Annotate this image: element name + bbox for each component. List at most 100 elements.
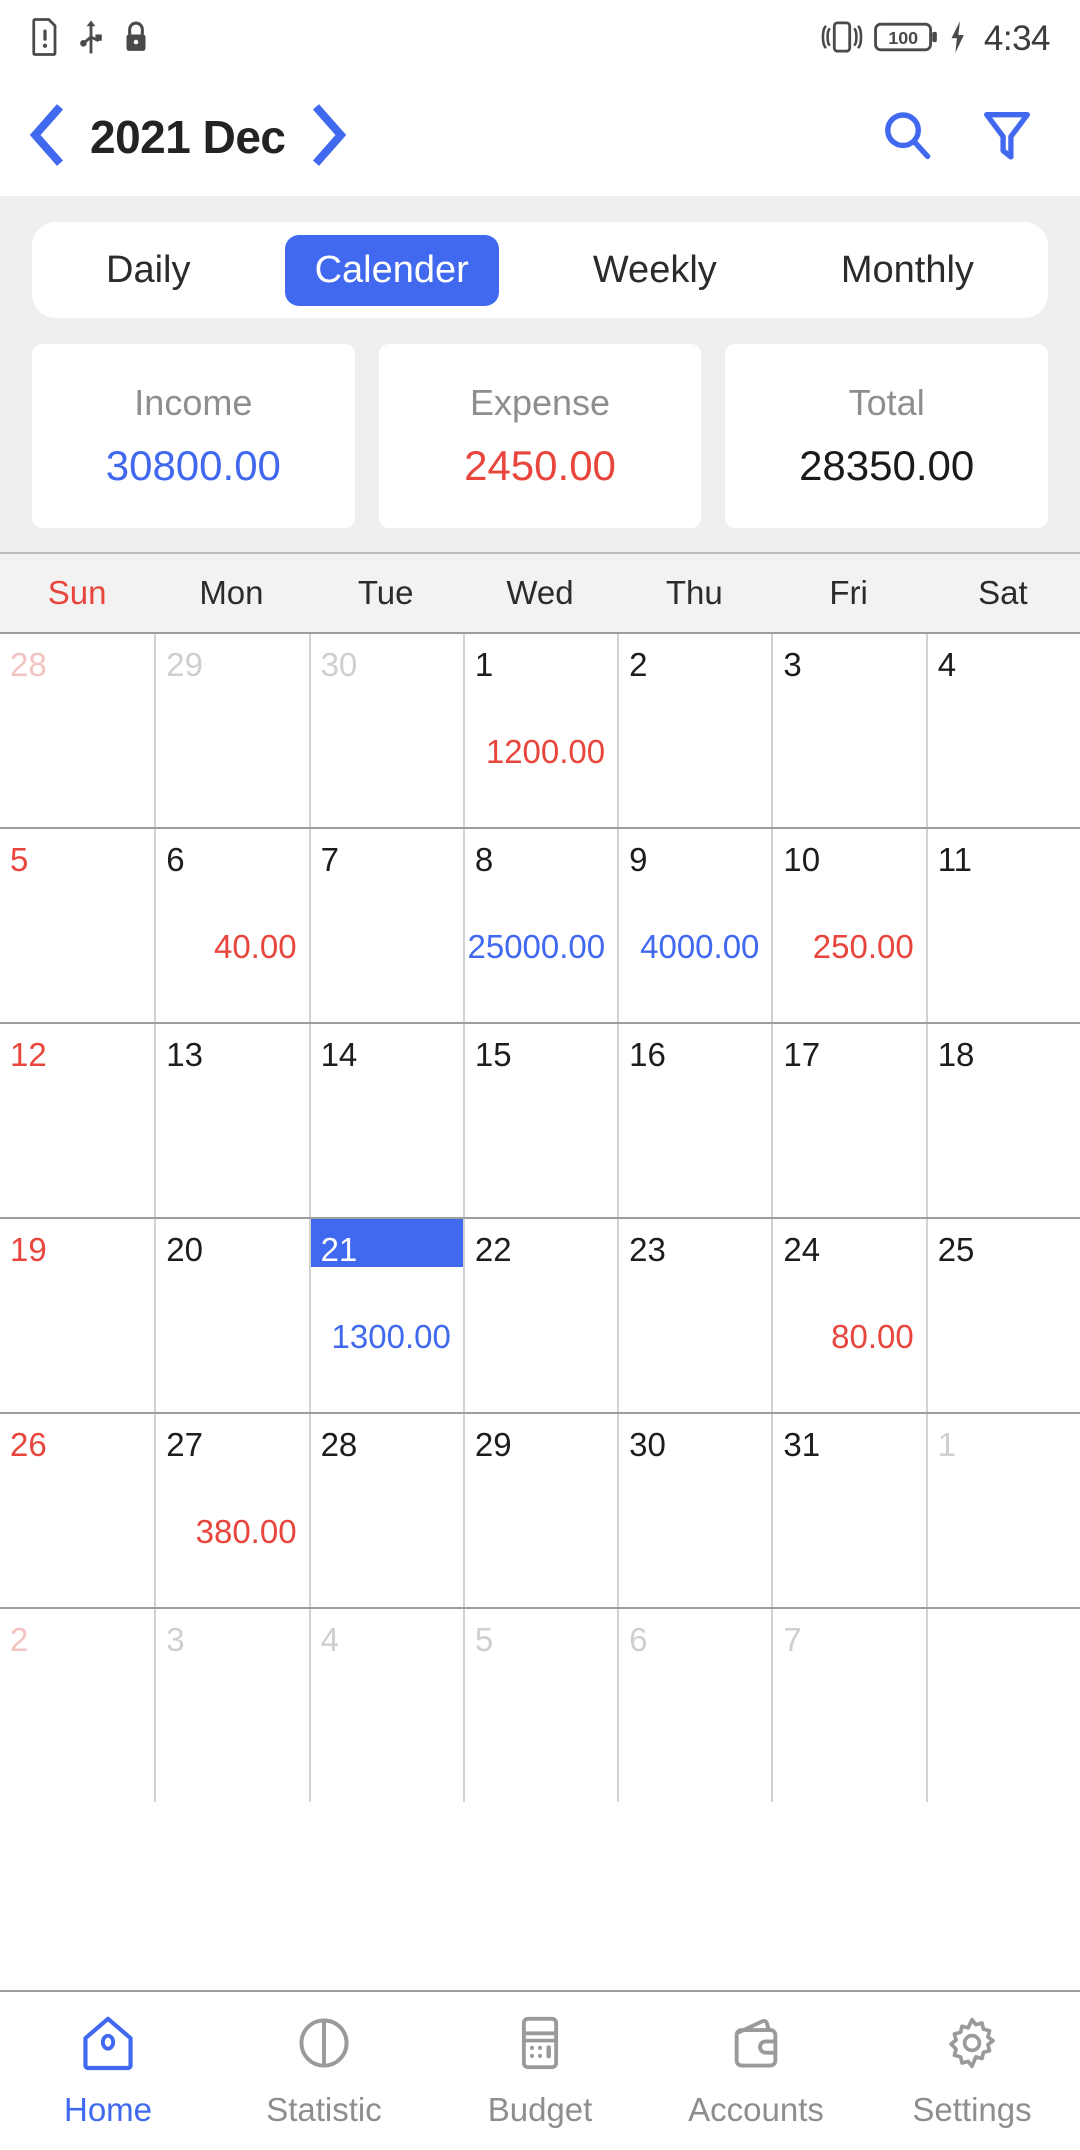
calendar-day-cell[interactable]: 24 80.00 — [771, 1219, 925, 1412]
day-number: 9 — [629, 841, 648, 878]
day-number — [928, 1620, 938, 1628]
day-number: 17 — [783, 1036, 821, 1073]
calendar-week-row: 5 6 40.00 7 8 25000.00 9 4000.00 10 250.00 11 — [0, 827, 1080, 1022]
nav-item-statistic[interactable]: Statistic — [216, 2014, 432, 2129]
calendar-day-cell[interactable]: 20 — [154, 1219, 308, 1412]
weekday-header: Sun Mon Tue Wed Thu Fri Sat — [0, 552, 1080, 632]
day-number: 11 — [937, 841, 972, 878]
calendar-day-cell[interactable]: 10 250.00 — [771, 829, 925, 1022]
page-title: 2021 Dec — [90, 111, 286, 163]
weekday-tue: Tue — [357, 574, 414, 611]
day-number: 28 — [320, 1426, 358, 1463]
calendar-day-cell[interactable]: 4 — [925, 634, 1080, 827]
summary-panel: Daily Calender Weekly Monthly Income 308… — [0, 196, 1080, 552]
calendar-day-cell[interactable]: 25 — [925, 1219, 1080, 1412]
battery-icon: 100 — [874, 20, 938, 59]
calendar-day-cell[interactable]: 5 — [462, 1609, 617, 1802]
income-card[interactable]: Income 30800.00 — [32, 344, 355, 528]
calendar-day-cell[interactable]: 2 — [0, 1609, 154, 1802]
calendar-day-cell[interactable]: 15 — [462, 1024, 617, 1217]
calendar-day-cell[interactable]: 3 — [771, 634, 925, 827]
day-number: 28 — [10, 646, 47, 683]
calendar-day-cell[interactable]: 21 1300.00 — [308, 1219, 463, 1412]
calendar-week-row: 19 20 21 1300.00 22 23 24 80.00 25 — [0, 1217, 1080, 1412]
tab-weekly[interactable]: Weekly — [563, 235, 747, 306]
calendar-day-cell[interactable]: 22 — [462, 1219, 617, 1412]
prev-month-button[interactable] — [24, 103, 70, 171]
nav-item-home[interactable]: Home — [0, 2014, 216, 2129]
battery-level-text: 100 — [888, 28, 918, 48]
calendar-day-cell[interactable]: 5 — [0, 829, 154, 1022]
calendar-day-cell[interactable]: 8 25000.00 — [462, 829, 617, 1022]
day-number: 27 — [166, 1426, 203, 1463]
expense-label: Expense — [469, 382, 611, 423]
day-number: 1 — [937, 1426, 957, 1463]
status-bar-time: 4:34 — [983, 19, 1051, 58]
calendar-day-cell[interactable]: 14 — [308, 1024, 463, 1217]
calendar-day-cell[interactable]: 6 40.00 — [154, 829, 308, 1022]
nav-item-settings[interactable]: Settings — [864, 2014, 1080, 2129]
day-number: 4 — [937, 646, 957, 683]
calendar-day-cell[interactable]: 26 — [0, 1414, 154, 1607]
calendar-day-cell[interactable]: 1 — [925, 1414, 1080, 1607]
day-number: 24 — [783, 1231, 821, 1268]
calendar-week-row: 28 29 30 1 1200.00 2 3 4 — [0, 632, 1080, 827]
calendar-day-cell[interactable]: 12 — [0, 1024, 154, 1217]
calendar-day-cell[interactable]: 27 380.00 — [154, 1414, 308, 1607]
vibrate-icon — [820, 19, 864, 60]
day-number: 31 — [783, 1426, 821, 1463]
gear-icon — [943, 2014, 1001, 2077]
calendar-day-cell[interactable]: 16 — [617, 1024, 771, 1217]
month-navigator: 2021 Dec — [24, 103, 352, 171]
calendar-week-row: 2 3 4 5 6 7 — [0, 1607, 1080, 1802]
calendar-day-cell[interactable]: 4 — [308, 1609, 463, 1802]
calendar-day-cell[interactable]: 31 — [771, 1414, 925, 1607]
calendar-day-cell[interactable]: 7 — [771, 1609, 925, 1802]
calculator-icon — [511, 2014, 569, 2077]
calendar-day-cell[interactable]: 29 — [154, 634, 308, 827]
calendar-day-cell[interactable]: 11 — [925, 829, 1080, 1022]
day-number: 10 — [783, 841, 821, 878]
day-number: 4 — [320, 1621, 339, 1658]
filter-icon[interactable] — [982, 108, 1032, 167]
nav-item-budget[interactable]: Budget — [432, 2014, 648, 2129]
calendar-day-cell[interactable]: 2 — [617, 634, 771, 827]
day-number: 18 — [937, 1036, 975, 1073]
calendar-day-cell[interactable]: 29 — [462, 1414, 617, 1607]
tab-monthly[interactable]: Monthly — [811, 235, 1004, 306]
day-number: 3 — [166, 1621, 185, 1658]
total-card[interactable]: Total 28350.00 — [725, 344, 1049, 528]
nav-label-settings: Settings — [912, 2090, 1032, 2128]
next-month-button[interactable] — [306, 103, 352, 171]
calendar-day-cell[interactable]: 30 — [308, 634, 463, 827]
nav-item-accounts[interactable]: Accounts — [648, 2014, 864, 2129]
expense-card[interactable]: Expense 2450.00 — [378, 344, 702, 528]
day-number: 7 — [320, 841, 339, 878]
calendar-day-cell[interactable]: 19 — [0, 1219, 154, 1412]
tab-calender[interactable]: Calender — [284, 234, 499, 306]
calendar-day-cell[interactable]: 18 — [925, 1024, 1080, 1217]
calendar-day-cell[interactable]: 13 — [154, 1024, 308, 1217]
calendar-day-cell[interactable]: 1 1200.00 — [462, 634, 617, 827]
calendar-day-cell[interactable]: 23 — [617, 1219, 771, 1412]
day-number: 29 — [474, 1426, 512, 1463]
total-label: Total — [848, 382, 925, 423]
weekday-fri: Fri — [829, 574, 868, 611]
calendar-day-cell[interactable]: 7 — [308, 829, 463, 1022]
weekday-sat: Sat — [978, 574, 1028, 611]
top-bar: 2021 Dec — [0, 78, 1080, 196]
calendar-day-cell[interactable]: 9 4000.00 — [617, 829, 771, 1022]
nav-label-statistic: Statistic — [266, 2090, 382, 2128]
calendar-day-cell[interactable]: 30 — [617, 1414, 771, 1607]
tab-daily[interactable]: Daily — [76, 235, 220, 306]
sim-alert-icon — [30, 17, 60, 61]
day-income-amount: 1300.00 — [331, 1318, 451, 1355]
calendar-day-cell[interactable]: 3 — [154, 1609, 308, 1802]
status-bar-left-icons — [30, 17, 150, 61]
calendar-day-cell[interactable]: 6 — [617, 1609, 771, 1802]
calendar-day-cell[interactable]: 28 — [0, 634, 154, 827]
calendar-day-cell[interactable] — [925, 1609, 1080, 1802]
search-icon[interactable] — [880, 108, 934, 167]
calendar-day-cell[interactable]: 17 — [771, 1024, 925, 1217]
calendar-day-cell[interactable]: 28 — [308, 1414, 463, 1607]
